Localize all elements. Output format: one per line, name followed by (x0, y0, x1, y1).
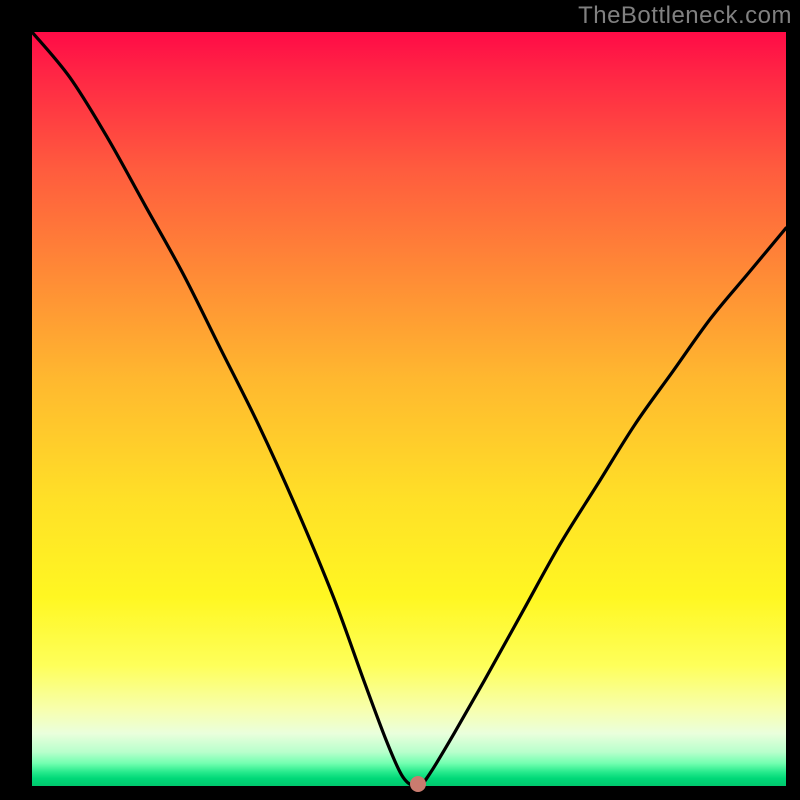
watermark-text: TheBottleneck.com (578, 2, 792, 30)
gradient-background (32, 32, 786, 786)
optimal-point-marker (410, 776, 426, 792)
plot-area (32, 32, 786, 786)
bottleneck-chart: TheBottleneck.com (0, 0, 800, 800)
